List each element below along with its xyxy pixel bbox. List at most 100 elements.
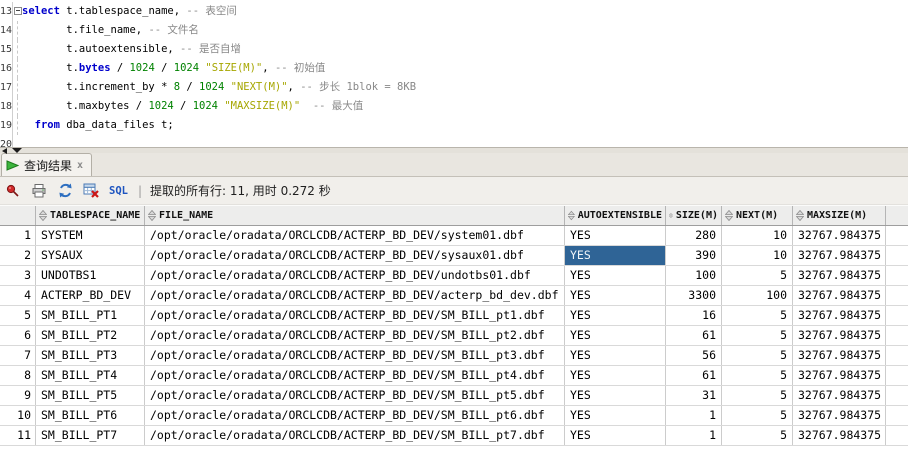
cell-rownum[interactable]: 1 [0, 226, 36, 245]
clear-grid-button[interactable] [81, 181, 101, 201]
cell-rownum[interactable]: 4 [0, 286, 36, 305]
sort-icon[interactable] [725, 210, 733, 221]
cell-auto[interactable]: YES [565, 406, 666, 425]
cell-tablespace[interactable]: UNDOTBS1 [36, 266, 145, 285]
code-line[interactable]: 18 t.maxbytes / 1024 / 1024 "MAXSIZE(M)"… [0, 97, 908, 116]
cell-auto[interactable]: YES [565, 426, 666, 445]
cell-rownum[interactable]: 9 [0, 386, 36, 405]
cell-size[interactable]: 100 [666, 266, 722, 285]
cell-max[interactable]: 32767.984375 [793, 326, 886, 345]
cell-tablespace[interactable]: SM_BILL_PT7 [36, 426, 145, 445]
code-line[interactable]: 15 t.autoextensible, -- 是否自增 [0, 40, 908, 59]
cell-auto[interactable]: YES [565, 226, 666, 245]
header-size[interactable]: SIZE(M) [666, 206, 722, 225]
header-max[interactable]: MAXSIZE(M) [793, 206, 886, 225]
cell-file[interactable]: /opt/oracle/oradata/ORCLCDB/ACTERP_BD_DE… [145, 386, 565, 405]
cell-file[interactable]: /opt/oracle/oradata/ORCLCDB/ACTERP_BD_DE… [145, 286, 565, 305]
sort-icon[interactable] [148, 210, 156, 221]
cell-next[interactable]: 5 [722, 426, 793, 445]
code-line[interactable]: 19 from dba_data_files t; [0, 116, 908, 135]
tab-query-result[interactable]: 查询结果 x [1, 153, 92, 176]
cell-size[interactable]: 3300 [666, 286, 722, 305]
cell-auto[interactable]: YES [565, 366, 666, 385]
cell-max[interactable]: 32767.984375 [793, 266, 886, 285]
cell-file[interactable]: /opt/oracle/oradata/ORCLCDB/ACTERP_BD_DE… [145, 326, 565, 345]
cell-next[interactable]: 5 [722, 306, 793, 325]
cell-auto[interactable]: YES [565, 346, 666, 365]
cell-tablespace[interactable]: SM_BILL_PT3 [36, 346, 145, 365]
header-tablespace[interactable]: TABLESPACE_NAME [36, 206, 145, 225]
cell-tablespace[interactable]: SYSTEM [36, 226, 145, 245]
cell-max[interactable]: 32767.984375 [793, 406, 886, 425]
cell-rownum[interactable]: 5 [0, 306, 36, 325]
cell-auto[interactable]: YES [565, 286, 666, 305]
print-button[interactable] [29, 181, 49, 201]
cell-rownum[interactable]: 10 [0, 406, 36, 425]
splitter-collapse-down-icon[interactable] [12, 148, 22, 153]
cell-next[interactable]: 10 [722, 246, 793, 265]
cell-size[interactable]: 1 [666, 426, 722, 445]
cell-file[interactable]: /opt/oracle/oradata/ORCLCDB/ACTERP_BD_DE… [145, 246, 565, 265]
cell-size[interactable]: 16 [666, 306, 722, 325]
cell-auto[interactable]: YES [565, 306, 666, 325]
cell-size[interactable]: 1 [666, 406, 722, 425]
splitter-collapse-left-icon[interactable] [2, 148, 7, 154]
cell-rownum[interactable]: 6 [0, 326, 36, 345]
cell-max[interactable]: 32767.984375 [793, 226, 886, 245]
cell-rownum[interactable]: 7 [0, 346, 36, 365]
cell-next[interactable]: 5 [722, 366, 793, 385]
cell-file[interactable]: /opt/oracle/oradata/ORCLCDB/ACTERP_BD_DE… [145, 346, 565, 365]
cell-max[interactable]: 32767.984375 [793, 366, 886, 385]
sort-icon[interactable] [568, 210, 575, 221]
cell-rownum[interactable]: 8 [0, 366, 36, 385]
cell-auto[interactable]: YES [565, 246, 666, 265]
cell-next[interactable]: 5 [722, 406, 793, 425]
cell-rownum[interactable]: 11 [0, 426, 36, 445]
cell-tablespace[interactable]: ACTERP_BD_DEV [36, 286, 145, 305]
refresh-button[interactable] [55, 181, 75, 201]
cell-max[interactable]: 32767.984375 [793, 386, 886, 405]
code-line[interactable]: 20 [0, 135, 908, 147]
sort-icon[interactable] [796, 210, 804, 221]
cell-max[interactable]: 32767.984375 [793, 346, 886, 365]
pin-button[interactable] [3, 181, 23, 201]
tab-close-icon[interactable]: x [77, 160, 83, 171]
cell-next[interactable]: 10 [722, 226, 793, 245]
cell-file[interactable]: /opt/oracle/oradata/ORCLCDB/ACTERP_BD_DE… [145, 366, 565, 385]
cell-size[interactable]: 390 [666, 246, 722, 265]
cell-file[interactable]: /opt/oracle/oradata/ORCLCDB/ACTERP_BD_DE… [145, 406, 565, 425]
cell-tablespace[interactable]: SM_BILL_PT2 [36, 326, 145, 345]
header-next[interactable]: NEXT(M) [722, 206, 793, 225]
cell-next[interactable]: 5 [722, 346, 793, 365]
cell-file[interactable]: /opt/oracle/oradata/ORCLCDB/ACTERP_BD_DE… [145, 226, 565, 245]
cell-max[interactable]: 32767.984375 [793, 426, 886, 445]
cell-tablespace[interactable]: SM_BILL_PT5 [36, 386, 145, 405]
code-line[interactable]: 13select t.tablespace_name, -- 表空间 [0, 2, 908, 21]
cell-auto[interactable]: YES [565, 266, 666, 285]
cell-size[interactable]: 31 [666, 386, 722, 405]
sort-icon[interactable] [669, 210, 673, 221]
sql-editor[interactable]: 13select t.tablespace_name, -- 表空间14 t.f… [0, 0, 908, 147]
cell-size[interactable]: 56 [666, 346, 722, 365]
cell-tablespace[interactable]: SM_BILL_PT6 [36, 406, 145, 425]
code-line[interactable]: 17 t.increment_by * 8 / 1024 "NEXT(M)", … [0, 78, 908, 97]
cell-next[interactable]: 5 [722, 266, 793, 285]
cell-max[interactable]: 32767.984375 [793, 306, 886, 325]
cell-next[interactable]: 5 [722, 386, 793, 405]
header-auto[interactable]: AUTOEXTENSIBLE [565, 206, 666, 225]
cell-max[interactable]: 32767.984375 [793, 286, 886, 305]
cell-tablespace[interactable]: SM_BILL_PT1 [36, 306, 145, 325]
cell-size[interactable]: 280 [666, 226, 722, 245]
cell-rownum[interactable]: 3 [0, 266, 36, 285]
sort-icon[interactable] [39, 210, 47, 221]
cell-auto[interactable]: YES [565, 386, 666, 405]
cell-next[interactable]: 100 [722, 286, 793, 305]
cell-tablespace[interactable]: SM_BILL_PT4 [36, 366, 145, 385]
cell-file[interactable]: /opt/oracle/oradata/ORCLCDB/ACTERP_BD_DE… [145, 306, 565, 325]
cell-size[interactable]: 61 [666, 326, 722, 345]
sql-mode-button[interactable]: SQL [109, 185, 128, 197]
code-line[interactable]: 14 t.file_name, -- 文件名 [0, 21, 908, 40]
cell-file[interactable]: /opt/oracle/oradata/ORCLCDB/ACTERP_BD_DE… [145, 266, 565, 285]
cell-file[interactable]: /opt/oracle/oradata/ORCLCDB/ACTERP_BD_DE… [145, 426, 565, 445]
cell-tablespace[interactable]: SYSAUX [36, 246, 145, 265]
